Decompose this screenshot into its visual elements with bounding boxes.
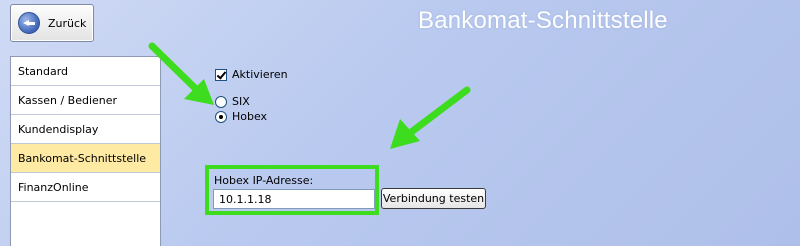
sidebar-item-label: Standard xyxy=(18,64,69,78)
sidebar-item-label: Kundendisplay xyxy=(18,122,99,136)
sidebar: Standard Kassen / Bediener Kundendisplay… xyxy=(10,56,161,246)
six-radio[interactable] xyxy=(215,95,227,108)
activate-option: Aktivieren xyxy=(215,68,288,81)
sidebar-item-label: Kassen / Bediener xyxy=(18,93,118,107)
activate-checkbox[interactable] xyxy=(215,68,227,81)
back-button-label: Zurück xyxy=(48,16,87,30)
ip-address-input[interactable] xyxy=(213,189,375,209)
sidebar-item-finanzonline[interactable]: FinanzOnline xyxy=(11,173,160,202)
hobex-option: Hobex xyxy=(215,110,267,123)
sidebar-item-standard[interactable]: Standard xyxy=(11,57,160,86)
six-label: SIX xyxy=(232,95,250,108)
back-arrow-icon xyxy=(18,12,40,34)
hobex-label: Hobex xyxy=(232,110,268,123)
activate-label: Aktivieren xyxy=(232,68,288,81)
sidebar-item-kassen-bediener[interactable]: Kassen / Bediener xyxy=(11,86,160,115)
six-option: SIX xyxy=(215,95,250,108)
sidebar-item-kundendisplay[interactable]: Kundendisplay xyxy=(11,115,160,144)
hobex-radio[interactable] xyxy=(215,110,227,123)
ip-address-label: Hobex IP-Adresse: xyxy=(214,174,314,187)
back-button[interactable]: Zurück xyxy=(10,4,94,42)
sidebar-item-label: FinanzOnline xyxy=(18,180,89,194)
page-title: Bankomat-Schnittstelle xyxy=(418,7,668,34)
sidebar-item-bankomat-schnittstelle[interactable]: Bankomat-Schnittstelle xyxy=(11,144,160,173)
sidebar-item-label: Bankomat-Schnittstelle xyxy=(18,151,147,165)
test-connection-button[interactable]: Verbindung testen xyxy=(381,188,486,209)
